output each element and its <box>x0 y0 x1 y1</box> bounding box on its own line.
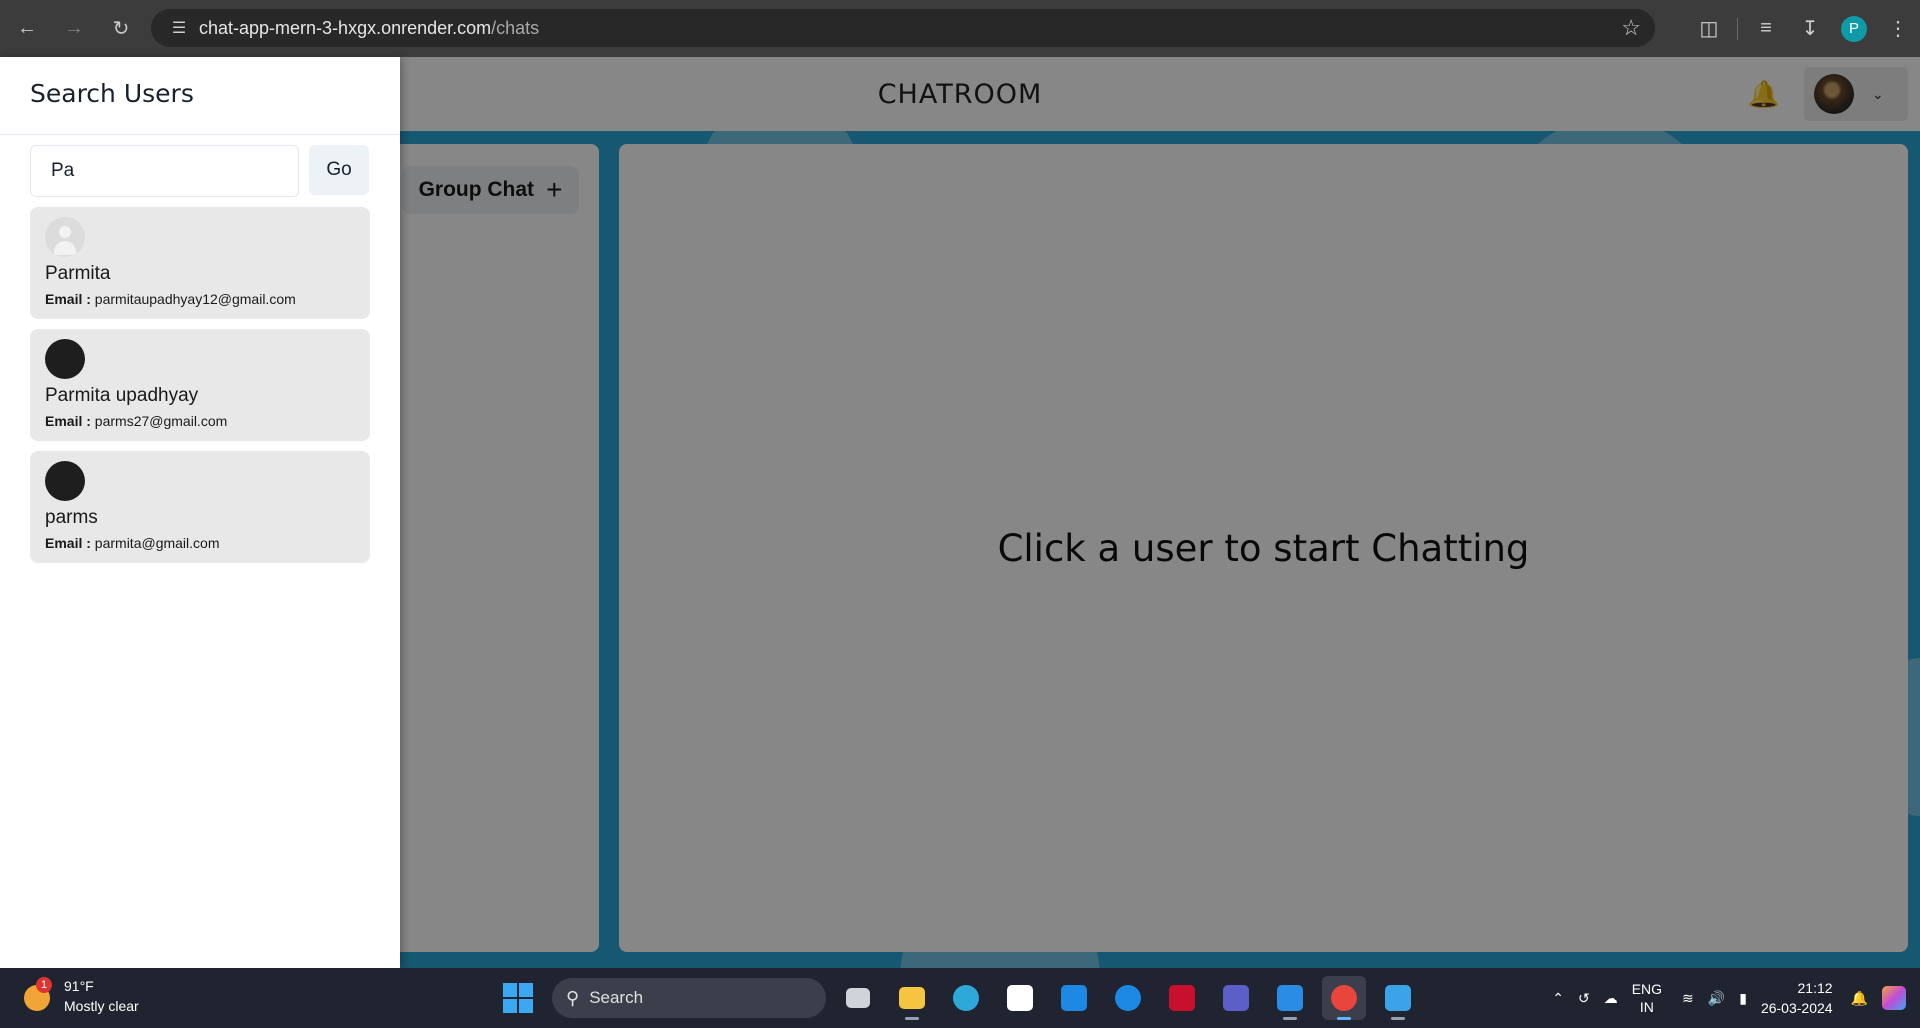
search-results: Parmita Email : parmitaupadhyay12@gmail.… <box>0 207 400 563</box>
language-code: ENG <box>1631 981 1663 997</box>
email-value: parmitaupadhyay12@gmail.com <box>94 291 296 307</box>
back-icon[interactable]: ← <box>7 9 47 49</box>
drawer-title: Search Users <box>0 57 400 135</box>
email-value: parms27@gmail.com <box>94 413 228 429</box>
avatar <box>45 339 85 379</box>
teams-icon[interactable] <box>1214 976 1258 1020</box>
user-name: Parmita upadhyay <box>45 385 199 406</box>
download-icon[interactable]: ↧ <box>1788 9 1832 49</box>
taskbar: 1 91°F Mostly clear ⚲ Search ⌃ ↺ ☁ ENG I… <box>0 968 1920 1028</box>
photos-icon[interactable] <box>1376 976 1420 1020</box>
temperature: 91°F <box>64 978 94 994</box>
toolbar-divider <box>1737 17 1738 40</box>
user-email: Email : parmitaupadhyay12@gmail.com <box>45 291 355 307</box>
email-value: parmita@gmail.com <box>94 535 220 551</box>
chevron-up-icon[interactable]: ⌃ <box>1552 990 1564 1007</box>
copilot-icon[interactable] <box>1882 986 1906 1010</box>
vscode-icon[interactable] <box>1268 976 1312 1020</box>
search-row: Go <box>0 135 400 197</box>
address-bar[interactable]: ☰ chat-app-mern-3-hxgx.onrender.com/chat… <box>151 9 1655 47</box>
taskbar-search-label: Search <box>589 988 644 1007</box>
windows-start-icon[interactable] <box>498 978 538 1018</box>
site-info-icon[interactable]: ☰ <box>159 18 199 38</box>
search-drawer: Search Users Go Parmita Email : parmitau… <box>0 57 400 968</box>
user-name: parms <box>45 507 98 528</box>
user-result-item[interactable]: Parmita upadhyay Email : parms27@gmail.c… <box>30 329 370 441</box>
weather-text: 91°F Mostly clear <box>64 976 139 1016</box>
profile-button[interactable]: P <box>1832 9 1876 49</box>
taskbar-apps: ⚲ Search <box>498 976 1420 1020</box>
url-path: /chats <box>491 17 540 38</box>
url-host: chat-app-mern-3-hxgx.onrender.com <box>199 17 492 38</box>
chrome-icon[interactable] <box>1322 976 1366 1020</box>
forward-icon[interactable]: → <box>54 9 94 49</box>
onedrive-icon[interactable]: ☁ <box>1604 990 1618 1007</box>
email-label: Email : <box>45 413 91 429</box>
mcafee-icon[interactable] <box>1160 976 1204 1020</box>
myhp-icon[interactable] <box>1052 976 1096 1020</box>
battery-icon[interactable]: ▮ <box>1739 990 1747 1007</box>
user-email: Email : parms27@gmail.com <box>45 413 355 429</box>
weather-widget[interactable]: 1 91°F Mostly clear <box>20 976 139 1016</box>
volume-icon[interactable]: 🔊 <box>1708 990 1725 1007</box>
wifi-icon[interactable]: ≋ <box>1682 990 1694 1007</box>
system-tray: ⌃ ↺ ☁ ENG IN ≋ 🔊 ▮ 21:12 26-03-2024 🔔 <box>1552 968 1920 1028</box>
help-icon[interactable] <box>1106 976 1150 1020</box>
taskbar-search[interactable]: ⚲ Search <box>552 978 826 1018</box>
time: 21:12 <box>1797 980 1833 996</box>
go-button[interactable]: Go <box>309 145 369 195</box>
reload-icon[interactable]: ↻ <box>101 9 141 49</box>
url-text: chat-app-mern-3-hxgx.onrender.com/chats <box>199 18 539 39</box>
avatar <box>45 461 85 501</box>
weather-moon-icon: 1 <box>20 977 54 1013</box>
browser-actions: ◫ ≡ ↧ P ⋮ <box>1687 0 1920 57</box>
user-name: Parmita <box>45 263 111 284</box>
bookmark-star-icon[interactable]: ☆ <box>1621 15 1641 41</box>
extensions-icon[interactable]: ◫ <box>1687 9 1731 49</box>
clock[interactable]: 21:12 26-03-2024 <box>1761 978 1833 1018</box>
notification-badge: 1 <box>36 977 52 993</box>
date: 26-03-2024 <box>1760 1000 1833 1016</box>
search-input[interactable] <box>30 145 299 197</box>
email-label: Email : <box>45 291 91 307</box>
store-icon[interactable] <box>998 976 1042 1020</box>
weather-description: Mostly clear <box>64 998 139 1014</box>
search-icon: ⚲ <box>566 987 580 1008</box>
user-email: Email : parmita@gmail.com <box>45 535 355 551</box>
profile-avatar: P <box>1841 15 1867 42</box>
more-menu-icon[interactable]: ⋮ <box>1876 9 1920 49</box>
email-label: Email : <box>45 535 91 551</box>
sync-icon[interactable]: ↺ <box>1578 990 1590 1007</box>
file-explorer-icon[interactable] <box>890 976 934 1020</box>
region-code: IN <box>1639 999 1654 1015</box>
media-queue-icon[interactable]: ≡ <box>1744 9 1788 49</box>
notifications-bell-icon[interactable]: 🔔 <box>1851 990 1868 1007</box>
task-view-icon[interactable] <box>836 976 880 1020</box>
default-avatar-icon <box>45 217 85 257</box>
edge-icon[interactable] <box>944 976 988 1020</box>
user-result-item[interactable]: parms Email : parmita@gmail.com <box>30 451 370 563</box>
browser-toolbar: ← → ↻ ☰ chat-app-mern-3-hxgx.onrender.co… <box>0 0 1920 57</box>
user-result-item[interactable]: Parmita Email : parmitaupadhyay12@gmail.… <box>30 207 370 319</box>
language-indicator[interactable]: ENG IN <box>1632 980 1662 1016</box>
